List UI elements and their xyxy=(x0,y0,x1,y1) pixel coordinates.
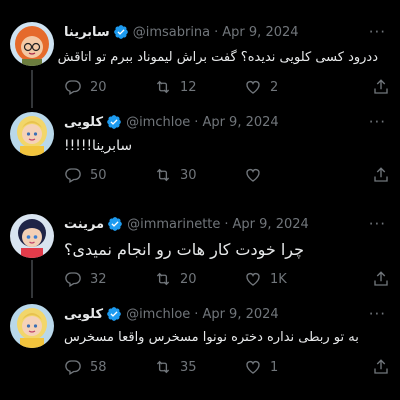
like-count: 1K xyxy=(270,271,287,287)
display-name[interactable]: کلویی xyxy=(64,307,103,322)
share-button[interactable] xyxy=(372,166,390,184)
tweet-header: کلویی @imchloe · Apr 9, 2024 xyxy=(64,114,279,130)
retweet-count: 35 xyxy=(180,359,197,375)
cartoon-girl-blonde-icon xyxy=(10,112,54,156)
retweet-button[interactable]: 12 xyxy=(154,78,244,96)
reply-icon xyxy=(65,168,81,183)
share-icon xyxy=(374,167,388,182)
tweet-header: مرینت @immarinette · Apr 9, 2024 xyxy=(64,216,309,232)
more-options-icon[interactable]: ··· xyxy=(369,214,386,234)
handle[interactable]: @imsabrina xyxy=(133,25,210,40)
share-button[interactable] xyxy=(372,358,390,376)
heart-icon xyxy=(246,360,260,374)
heart-icon xyxy=(246,272,260,286)
tweet-actions: 58 35 1 xyxy=(64,356,390,378)
reply-count: 32 xyxy=(90,271,107,287)
more-options-icon[interactable]: ··· xyxy=(369,304,386,324)
tweet-header: کلویی @imchloe · Apr 9, 2024 xyxy=(64,306,279,322)
tweet-header: سابرینا @imsabrina · Apr 9, 2024 xyxy=(64,24,299,40)
reply-count: 58 xyxy=(90,359,107,375)
avatar[interactable] xyxy=(10,304,54,348)
share-icon xyxy=(374,79,388,94)
tweet-text: به تو ربطی نداره دختره نونوا مسخرس واقعا… xyxy=(64,330,359,345)
reply-icon xyxy=(65,272,81,287)
reply-button[interactable]: 58 xyxy=(64,358,154,376)
avatar[interactable] xyxy=(10,112,54,156)
timeline: سابرینا @imsabrina · Apr 9, 2024 ··· ددر… xyxy=(0,0,400,400)
like-count: 2 xyxy=(270,79,279,95)
more-options-icon[interactable]: ··· xyxy=(369,22,386,42)
tweet-text: چرا خودت کار هات رو انجام نمیدی؟ xyxy=(64,240,305,259)
cartoon-girl-red-hair-glasses-icon xyxy=(10,22,54,66)
tweet[interactable]: سابرینا @imsabrina · Apr 9, 2024 ··· ددر… xyxy=(0,0,400,112)
handle[interactable]: @imchloe xyxy=(126,115,190,130)
share-icon xyxy=(374,359,388,374)
reply-icon xyxy=(65,360,81,375)
display-name[interactable]: مرینت xyxy=(64,217,104,232)
share-button[interactable] xyxy=(372,78,390,96)
display-name[interactable]: سابرینا xyxy=(64,25,110,40)
retweet-button[interactable]: 20 xyxy=(154,270,244,288)
retweet-button[interactable]: 35 xyxy=(154,358,244,376)
retweet-count: 20 xyxy=(180,271,197,287)
like-count: 1 xyxy=(270,359,279,375)
retweet-icon xyxy=(156,80,170,94)
tweet-actions: 50 30 xyxy=(64,164,390,186)
retweet-button[interactable]: 30 xyxy=(154,166,244,184)
verified-badge-icon xyxy=(107,307,121,321)
avatar[interactable] xyxy=(10,22,54,66)
tweet-text: ددرود کسی کلویی ندیده؟ گفت براش لیموناد … xyxy=(57,50,378,65)
heart-icon xyxy=(246,80,260,94)
timestamp[interactable]: Apr 9, 2024 xyxy=(222,25,298,40)
more-options-icon[interactable]: ··· xyxy=(369,112,386,132)
cartoon-girl-blonde-icon xyxy=(10,304,54,348)
retweet-icon xyxy=(156,272,170,286)
tweet-actions: 20 12 2 xyxy=(64,76,390,98)
share-button[interactable] xyxy=(372,270,390,288)
retweet-count: 12 xyxy=(180,79,197,95)
verified-badge-icon xyxy=(107,115,121,129)
tweet[interactable]: کلویی @imchloe · Apr 9, 2024 ··· سابرینا… xyxy=(0,112,400,200)
timestamp[interactable]: Apr 9, 2024 xyxy=(233,217,309,232)
reply-count: 20 xyxy=(90,79,107,95)
reply-icon xyxy=(65,80,81,95)
tweet-text: سابرینا!!!!! xyxy=(64,138,133,154)
verified-badge-icon xyxy=(108,217,122,231)
avatar[interactable] xyxy=(10,214,54,258)
like-button[interactable]: 1K xyxy=(244,270,334,288)
retweet-icon xyxy=(156,168,170,182)
verified-badge-icon xyxy=(113,25,128,39)
like-button[interactable]: 2 xyxy=(244,78,334,96)
share-icon xyxy=(374,271,388,286)
cartoon-girl-dark-hair-icon xyxy=(10,214,54,258)
handle[interactable]: @immarinette xyxy=(127,217,220,232)
like-button[interactable] xyxy=(244,166,334,184)
retweet-icon xyxy=(156,360,170,374)
reply-button[interactable]: 32 xyxy=(64,270,154,288)
reply-button[interactable]: 20 xyxy=(64,78,154,96)
timestamp[interactable]: Apr 9, 2024 xyxy=(202,115,278,130)
reply-count: 50 xyxy=(90,167,107,183)
tweet[interactable]: مرینت @immarinette · Apr 9, 2024 ··· چرا… xyxy=(0,214,400,304)
handle[interactable]: @imchloe xyxy=(126,307,190,322)
reply-button[interactable]: 50 xyxy=(64,166,154,184)
retweet-count: 30 xyxy=(180,167,197,183)
heart-icon xyxy=(246,168,260,182)
tweet-actions: 32 20 1K xyxy=(64,268,390,290)
like-button[interactable]: 1 xyxy=(244,358,334,376)
display-name[interactable]: کلویی xyxy=(64,115,103,130)
timestamp[interactable]: Apr 9, 2024 xyxy=(202,307,278,322)
tweet[interactable]: کلویی @imchloe · Apr 9, 2024 ··· به تو ر… xyxy=(0,304,400,400)
